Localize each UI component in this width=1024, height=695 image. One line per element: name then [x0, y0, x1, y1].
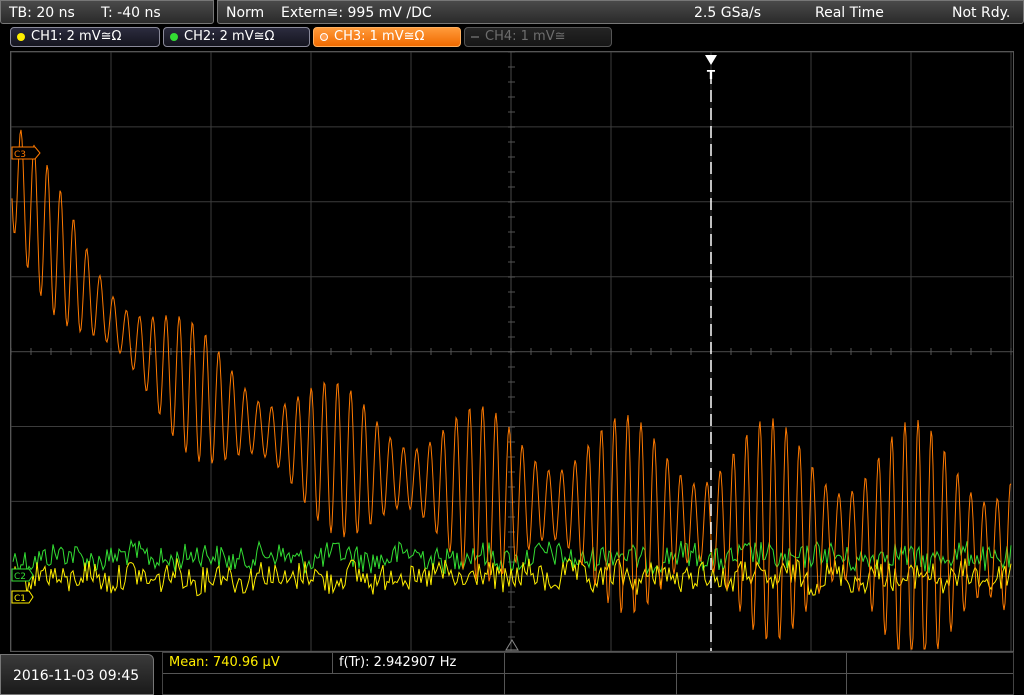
- trigger-marker-label: T: [707, 68, 716, 82]
- ch1-offset-marker[interactable]: C1: [11, 590, 34, 604]
- trigger-mode-label: Norm: [226, 5, 265, 21]
- sample-rate-label: 2.5 GSa/s: [694, 5, 762, 21]
- measurement-frequency[interactable]: f(Tr): 2.942907 Hz: [333, 653, 505, 674]
- measurement-slot-4[interactable]: [677, 653, 847, 674]
- measurement-mean-value: Mean: 740.96 µV: [169, 655, 280, 670]
- waveform-display[interactable]: T C3 C2 C1: [10, 51, 1014, 652]
- trigger-time-label: T: -40 ns: [101, 5, 161, 21]
- status-bar: TB: 20 ns T: -40 ns Norm Extern≅: 995 mV…: [0, 0, 1024, 24]
- channel-tab-ch1[interactable]: CH1: 2 mV≅Ω: [10, 27, 160, 47]
- measurement-slot-5[interactable]: [847, 653, 1013, 674]
- trigger-arrow-icon[interactable]: [705, 55, 717, 65]
- timebase-label: TB: 20 ns: [9, 5, 75, 21]
- timebase-box[interactable]: TB: 20 ns T: -40 ns: [0, 0, 214, 24]
- ch1-indicator-icon: [17, 33, 25, 41]
- svg-text:C1: C1: [14, 594, 26, 604]
- channel-label: CH4: 1 mV≅: [485, 29, 566, 44]
- waveform-svg: T C3 C2 C1: [11, 52, 1013, 651]
- ch3-offset-marker[interactable]: C3: [11, 146, 41, 160]
- measurement-frequency-value: f(Tr): 2.942907 Hz: [339, 655, 457, 670]
- acquisition-mode-label: Real Time: [815, 5, 884, 21]
- trigger-source-label: Extern≅: 995 mV ∕DC: [281, 5, 432, 21]
- measurement-mean[interactable]: Mean: 740.96 µV: [163, 653, 333, 674]
- measurement-bar: Mean: 740.96 µV f(Tr): 2.942907 Hz: [162, 652, 1014, 695]
- ch2-indicator-icon: [170, 33, 178, 41]
- channel-label: CH3: 1 mV≅Ω: [334, 29, 425, 44]
- channel-tab-ch4[interactable]: CH4: 1 mV≅: [464, 27, 612, 47]
- measurement-slot-3[interactable]: [505, 653, 677, 674]
- measurement-slot-7[interactable]: [505, 674, 677, 695]
- ch3-indicator-icon: [320, 33, 328, 41]
- channel-label: CH1: 2 mV≅Ω: [31, 29, 122, 44]
- measurement-slot-6[interactable]: [163, 674, 505, 695]
- svg-text:C2: C2: [14, 572, 26, 582]
- ch4-indicator-icon: [471, 36, 479, 38]
- datetime-label: 2016-11-03 09:45: [13, 668, 140, 684]
- measurement-slot-8[interactable]: [677, 674, 847, 695]
- ch2-offset-marker[interactable]: C2: [11, 568, 34, 582]
- channel-tab-ch2[interactable]: CH2: 2 mV≅Ω: [163, 27, 310, 47]
- acquisition-box[interactable]: Norm Extern≅: 995 mV ∕DC 2.5 GSa/s Real …: [217, 0, 1024, 24]
- datetime-box: 2016-11-03 09:45: [0, 654, 154, 695]
- channel-label: CH2: 2 mV≅Ω: [184, 29, 275, 44]
- horizontal-offset-icon: [505, 639, 519, 651]
- svg-text:C3: C3: [14, 150, 26, 160]
- channel-tab-ch3[interactable]: CH3: 1 mV≅Ω: [313, 27, 461, 47]
- channel-bar: CH1: 2 mV≅Ω CH2: 2 mV≅Ω CH3: 1 mV≅Ω CH4:…: [0, 26, 1024, 48]
- status-label: Not Rdy.: [952, 5, 1011, 21]
